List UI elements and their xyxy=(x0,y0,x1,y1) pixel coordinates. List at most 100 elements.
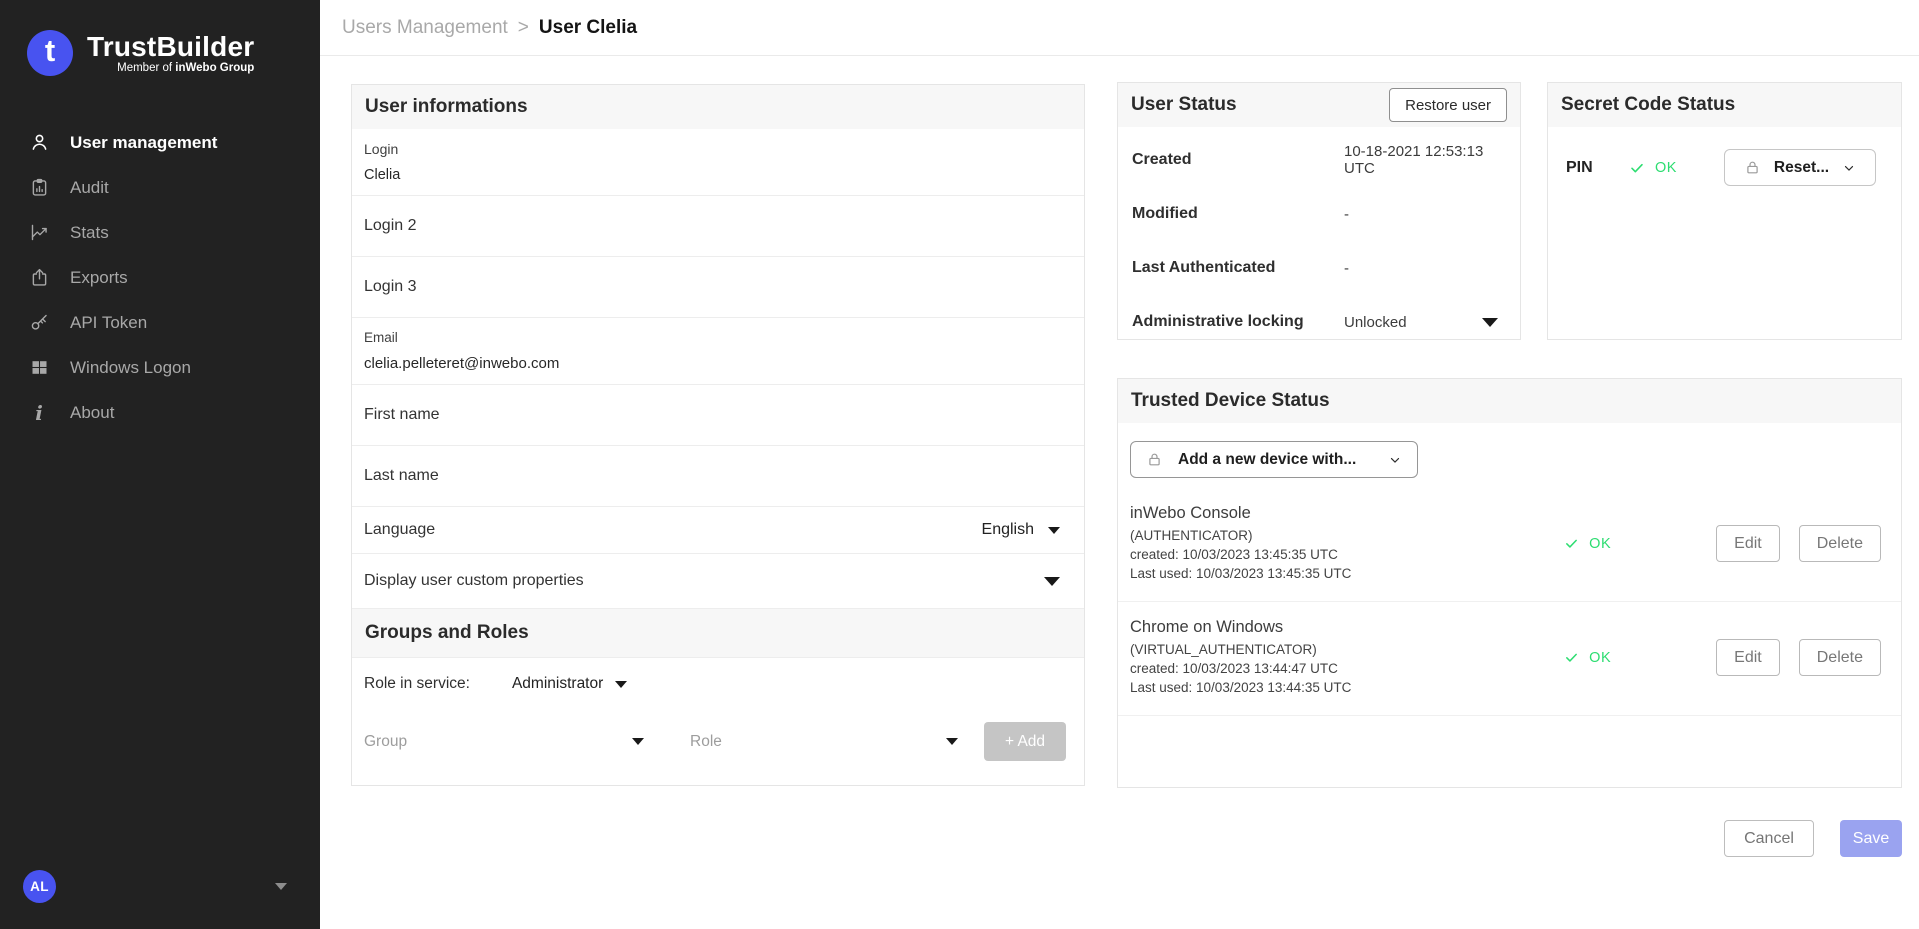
device-type: (VIRTUAL_AUTHENTICATOR) xyxy=(1130,640,1564,659)
sidebar-item-user-management[interactable]: User management xyxy=(0,120,320,165)
secret-code-status-panel: Secret Code Status PIN OK Reset... xyxy=(1547,82,1902,340)
trusted-device-header: Trusted Device Status xyxy=(1118,379,1901,423)
add-new-device-button[interactable]: Add a new device with... xyxy=(1130,441,1418,478)
footer-actions: Cancel Save xyxy=(1724,820,1902,857)
login2-row[interactable]: Login 2 xyxy=(352,196,1084,257)
device-info: Chrome on Windows (VIRTUAL_AUTHENTICATOR… xyxy=(1130,618,1564,697)
last-authenticated-value: - xyxy=(1344,260,1349,277)
first-name-label: First name xyxy=(364,406,440,423)
user-status-header: User Status Restore user xyxy=(1118,83,1520,127)
brand-logo-icon: t xyxy=(27,30,73,76)
group-role-add-row: Group Role + Add xyxy=(352,710,1084,785)
email-label: Email xyxy=(364,330,1072,345)
panel-title: User informations xyxy=(365,96,528,118)
language-row: Language English xyxy=(352,507,1084,554)
device-status-badge: OK xyxy=(1564,650,1716,666)
sidebar-item-label: Audit xyxy=(70,178,109,198)
section-title: Groups and Roles xyxy=(365,622,529,644)
sidebar-user-menu: AL xyxy=(0,870,320,903)
administrative-locking-value: Unlocked xyxy=(1344,314,1407,331)
restore-user-button[interactable]: Restore user xyxy=(1389,88,1507,122)
role-dropdown[interactable]: Role xyxy=(690,733,958,751)
brand-name: TrustBuilder xyxy=(87,32,254,61)
language-dropdown[interactable]: English xyxy=(982,521,1060,539)
modified-value: - xyxy=(1344,206,1349,223)
device-info: inWebo Console (AUTHENTICATOR) created: … xyxy=(1130,504,1564,583)
brand-tagline-prefix: Member of xyxy=(117,62,172,74)
login-row[interactable]: Login Clelia xyxy=(352,129,1084,196)
device-status-text: OK xyxy=(1589,650,1611,666)
chevron-down-icon xyxy=(1388,453,1402,467)
device-created: created: 10/03/2023 13:45:35 UTC xyxy=(1130,545,1564,564)
pin-status-badge: OK xyxy=(1629,160,1677,176)
login3-row[interactable]: Login 3 xyxy=(352,257,1084,318)
sidebar-item-label: Windows Logon xyxy=(70,358,191,378)
custom-properties-row[interactable]: Display user custom properties xyxy=(352,554,1084,608)
device-name: Chrome on Windows xyxy=(1130,618,1564,637)
windows-icon xyxy=(28,357,50,379)
created-row: Created 10-18-2021 12:53:13 UTC xyxy=(1132,133,1506,187)
device-last-used: Last used: 10/03/2023 13:45:35 UTC xyxy=(1130,564,1564,583)
lock-icon xyxy=(1146,451,1163,468)
delete-device-button[interactable]: Delete xyxy=(1799,525,1881,562)
sidebar-item-windows-logon[interactable]: Windows Logon xyxy=(0,345,320,390)
administrative-locking-row[interactable]: Administrative locking Unlocked xyxy=(1132,295,1506,349)
login-label: Login xyxy=(364,141,1072,157)
brand-tagline: Member of inWebo Group xyxy=(117,62,254,74)
breadcrumb-parent[interactable]: Users Management xyxy=(342,17,508,38)
login-value: Clelia xyxy=(364,167,1072,183)
sidebar-nav: User management Audit Stats Exports API … xyxy=(0,120,320,435)
group-dropdown[interactable]: Group xyxy=(364,733,644,751)
role-in-service-label: Role in service: xyxy=(364,675,470,693)
last-authenticated-label: Last Authenticated xyxy=(1132,259,1344,277)
info-icon: i xyxy=(28,402,50,424)
delete-device-button[interactable]: Delete xyxy=(1799,639,1881,676)
group-placeholder: Group xyxy=(364,733,407,751)
device-last-used: Last used: 10/03/2023 13:44:35 UTC xyxy=(1130,678,1564,697)
check-icon xyxy=(1564,650,1579,665)
device-status-text: OK xyxy=(1589,536,1611,552)
reset-pin-button[interactable]: Reset... xyxy=(1724,149,1876,186)
login3-label: Login 3 xyxy=(364,278,417,295)
caret-down-icon[interactable] xyxy=(1482,318,1498,327)
device-row: Chrome on Windows (VIRTUAL_AUTHENTICATOR… xyxy=(1118,602,1901,716)
trusted-device-status-panel: Trusted Device Status Add a new device w… xyxy=(1117,378,1902,788)
check-icon xyxy=(1629,160,1645,176)
sidebar-item-exports[interactable]: Exports xyxy=(0,255,320,300)
expand-caret-icon[interactable] xyxy=(1044,577,1060,586)
user-menu-caret-icon[interactable] xyxy=(275,883,287,890)
check-icon xyxy=(1564,536,1579,551)
last-authenticated-row: Last Authenticated - xyxy=(1132,241,1506,295)
email-row[interactable]: Email clelia.pelleteret@inwebo.com xyxy=(352,318,1084,385)
sidebar-item-stats[interactable]: Stats xyxy=(0,210,320,255)
sidebar-item-audit[interactable]: Audit xyxy=(0,165,320,210)
panel-title: Trusted Device Status xyxy=(1131,390,1330,412)
role-in-service-dropdown[interactable]: Administrator xyxy=(512,675,627,693)
edit-device-button[interactable]: Edit xyxy=(1716,639,1780,676)
cancel-button[interactable]: Cancel xyxy=(1724,820,1814,857)
user-status-rows: Created 10-18-2021 12:53:13 UTC Modified… xyxy=(1118,127,1520,349)
add-group-role-button[interactable]: + Add xyxy=(984,722,1066,761)
first-name-row[interactable]: First name xyxy=(352,385,1084,446)
role-in-service-row: Role in service: Administrator xyxy=(352,658,1084,710)
role-placeholder: Role xyxy=(690,733,722,751)
avatar[interactable]: AL xyxy=(23,870,56,903)
modified-label: Modified xyxy=(1132,205,1344,223)
edit-device-button[interactable]: Edit xyxy=(1716,525,1780,562)
sidebar-item-about[interactable]: i About xyxy=(0,390,320,435)
add-new-device-label: Add a new device with... xyxy=(1178,451,1356,469)
user-status-panel: User Status Restore user Created 10-18-2… xyxy=(1117,82,1521,340)
pin-status-text: OK xyxy=(1655,160,1677,176)
last-name-row[interactable]: Last name xyxy=(352,446,1084,507)
language-value: English xyxy=(982,521,1034,539)
main-area: Users Management>User Clelia User inform… xyxy=(320,0,1919,929)
sidebar: t TrustBuilder Member of inWebo Group Us… xyxy=(0,0,320,929)
caret-down-icon xyxy=(946,738,958,745)
save-button[interactable]: Save xyxy=(1840,820,1902,857)
user-informations-header: User informations xyxy=(352,85,1084,129)
sidebar-item-api-token[interactable]: API Token xyxy=(0,300,320,345)
user-icon xyxy=(28,132,50,154)
created-value: 10-18-2021 12:53:13 UTC xyxy=(1344,143,1506,177)
custom-properties-label: Display user custom properties xyxy=(364,572,584,590)
email-value: clelia.pelleteret@inwebo.com xyxy=(364,355,1072,372)
